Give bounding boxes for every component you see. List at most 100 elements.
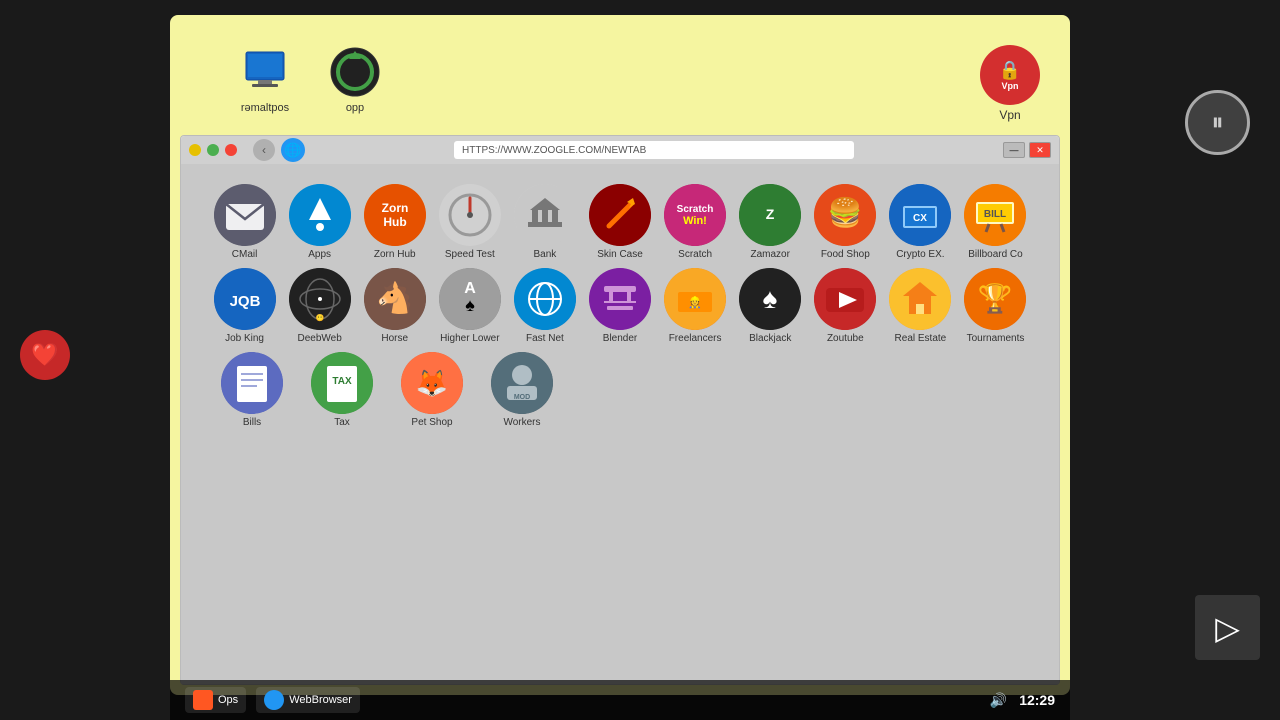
workers-label: Workers [503,417,540,428]
tournaments-icon: 🏆 [964,268,1026,330]
svg-text:👷: 👷 [688,296,702,309]
webbrowser-icon [264,690,284,710]
taskbar: Ops WebBrowser 🔊 12:29 [170,680,1070,720]
blender-label: Blender [603,333,637,344]
app-tournaments[interactable]: 🏆 Tournaments [962,268,1029,344]
app-row-1: CMail Apps ZornHub Zorn Hub [211,184,1029,260]
minimize-button[interactable]: — [1003,142,1025,158]
app-higherlower[interactable]: A♠ Higher Lower [436,268,503,344]
app-apps[interactable]: Apps [286,184,353,260]
app-freelancers[interactable]: 👷 Freelancers [662,268,729,344]
app-crypto[interactable]: CX Crypto EX. [887,184,954,260]
app-foodshop[interactable]: 🍔 Food Shop [812,184,879,260]
title-dot-yellow[interactable] [189,144,201,156]
app-petshop[interactable]: 🦊 Pet Shop [391,352,473,428]
title-dot-green[interactable] [207,144,219,156]
vpn-label: Vpn [999,108,1020,122]
deepweb-label: DeebWeb [297,333,341,344]
horse-icon: 🐴 [364,268,426,330]
foodshop-label: Food Shop [821,249,870,260]
app-fastnet[interactable]: Fast Net [511,268,578,344]
svg-text:Hub: Hub [383,215,406,229]
desktop: 🔒 Vpn Vpn rəmaltpos [170,15,1070,695]
tax-icon: TAX [311,352,373,414]
vpn-circle: 🔒 Vpn [980,45,1040,105]
app-skincase[interactable]: Skin Case [586,184,653,260]
jobking-icon: JQB [214,268,276,330]
app-zoutube[interactable]: Zoutube [812,268,879,344]
bank-icon [514,184,576,246]
pause-icon: ⏸ [1212,109,1224,137]
exit-button[interactable]: ▷ [1195,595,1260,660]
svg-text:😶: 😶 [315,313,324,322]
pause-button[interactable]: ⏸ [1185,90,1250,155]
heart-rate-icon: ❤️ [20,330,70,380]
desktop-icon-refresh[interactable]: opp [320,45,390,114]
app-cmail[interactable]: CMail [211,184,278,260]
ops-label: Ops [218,694,238,706]
window-controls: — ✕ [1003,142,1051,158]
title-dot-red[interactable] [225,144,237,156]
exit-icon: ▷ [1215,609,1240,647]
crypto-label: Crypto EX. [896,249,944,260]
cmail-icon [214,184,276,246]
zoutube-icon [814,268,876,330]
app-bills[interactable]: Bills [211,352,293,428]
refresh-icon [328,45,383,100]
app-zornhub[interactable]: ZornHub Zorn Hub [361,184,428,260]
svg-text:♠: ♠ [763,283,778,314]
blender-icon [589,268,651,330]
app-speedtest[interactable]: Speed Test [436,184,503,260]
taskbar-webbrowser[interactable]: WebBrowser [256,687,360,713]
zamazor-label: Zamazor [750,249,789,260]
app-blackjack[interactable]: ♠ Blackjack [737,268,804,344]
app-tax[interactable]: TAX Tax [301,352,383,428]
url-bar[interactable]: HTTPS://WWW.ZOOGLE.COM/NEWTAB [454,141,854,159]
browser-content: CMail Apps ZornHub Zorn Hub [181,164,1059,684]
scratch-icon: ScratchWin! [664,184,726,246]
svg-text:Z: Z [766,206,775,222]
jobking-label: Job King [225,333,264,344]
petshop-icon: 🦊 [401,352,463,414]
svg-text:Win!: Win! [683,215,707,227]
app-row-2: JQB Job King 😶 DeebWeb 🐴 [211,268,1029,344]
fastnet-label: Fast Net [526,333,564,344]
realestate-icon [889,268,951,330]
app-billboard[interactable]: BILL Billboard Co [962,184,1029,260]
computer-label: rəmaltpos [241,102,289,114]
bank-label: Bank [534,249,557,260]
app-blender[interactable]: Blender [586,268,653,344]
scratch-label: Scratch [678,249,712,260]
lock-icon: 🔒 [999,60,1021,81]
app-zamazor[interactable]: Z Zamazor [737,184,804,260]
app-scratch[interactable]: ScratchWin! Scratch [662,184,729,260]
workers-icon: MOD [491,352,553,414]
svg-text:🦊: 🦊 [416,368,448,398]
app-realestate[interactable]: Real Estate [887,268,954,344]
app-horse[interactable]: 🐴 Horse [361,268,428,344]
svg-text:♠: ♠ [465,295,475,315]
vpn-text: Vpn [1002,81,1019,91]
close-button[interactable]: ✕ [1029,142,1051,158]
app-bank[interactable]: Bank [511,184,578,260]
freelancers-label: Freelancers [669,333,722,344]
volume-icon: 🔊 [990,692,1007,709]
speedtest-icon [439,184,501,246]
svg-text:MOD: MOD [514,394,530,401]
desktop-icon-computer[interactable]: rəmaltpos [230,45,300,114]
back-button[interactable]: ‹ [253,139,275,161]
app-jobking[interactable]: JQB Job King [211,268,278,344]
taskbar-ops[interactable]: Ops [185,687,246,713]
browser-titlebar: ‹ 🌐 HTTPS://WWW.ZOOGLE.COM/NEWTAB — ✕ [181,136,1059,164]
app-deepweb[interactable]: 😶 DeebWeb [286,268,353,344]
tax-label: Tax [334,417,350,428]
svg-text:🏆: 🏆 [978,282,1013,315]
app-workers[interactable]: MOD Workers [481,352,563,428]
freelancers-icon: 👷 [664,268,726,330]
higherlower-label: Higher Lower [440,333,499,344]
zornhub-icon: ZornHub [364,184,426,246]
vpn-button[interactable]: 🔒 Vpn Vpn [980,45,1040,122]
refresh-label: opp [346,102,364,114]
fastnet-icon [514,268,576,330]
svg-text:🍔: 🍔 [828,196,863,229]
